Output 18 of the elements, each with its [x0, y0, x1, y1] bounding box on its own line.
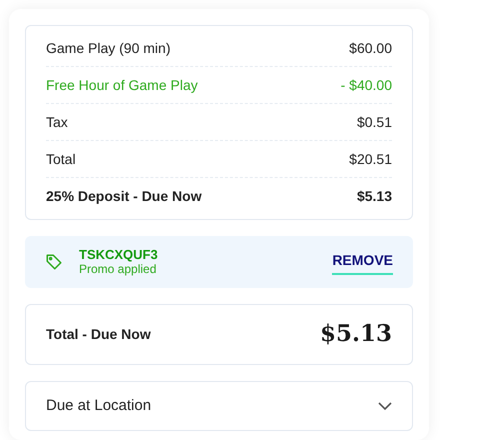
promo-status: Promo applied: [79, 262, 158, 276]
tag-icon: [45, 253, 63, 271]
line-item-label: Total: [46, 150, 76, 168]
line-item-label: Tax: [46, 112, 68, 132]
promo-code: TSKCXQUF3: [79, 248, 158, 263]
remove-button[interactable]: REMOVE: [332, 250, 393, 274]
line-item-amount: $20.51: [349, 150, 392, 168]
total-label: Total - Due Now: [46, 325, 151, 344]
due-at-location-toggle[interactable]: Due at Location: [25, 381, 413, 431]
total-amount: $5.13: [320, 319, 392, 350]
line-item-amount: - $40.00: [340, 76, 392, 94]
line-item-label: Game Play (90 min): [46, 38, 170, 58]
line-item-amount: $0.51: [356, 112, 392, 132]
due-label: Due at Location: [46, 396, 152, 416]
line-item-label: 25% Deposit - Due Now: [46, 187, 202, 206]
line-item-amount: $60.00: [349, 38, 392, 58]
line-item-label: Free Hour of Game Play: [46, 76, 198, 95]
line-item-amount: $5.13: [356, 187, 392, 206]
